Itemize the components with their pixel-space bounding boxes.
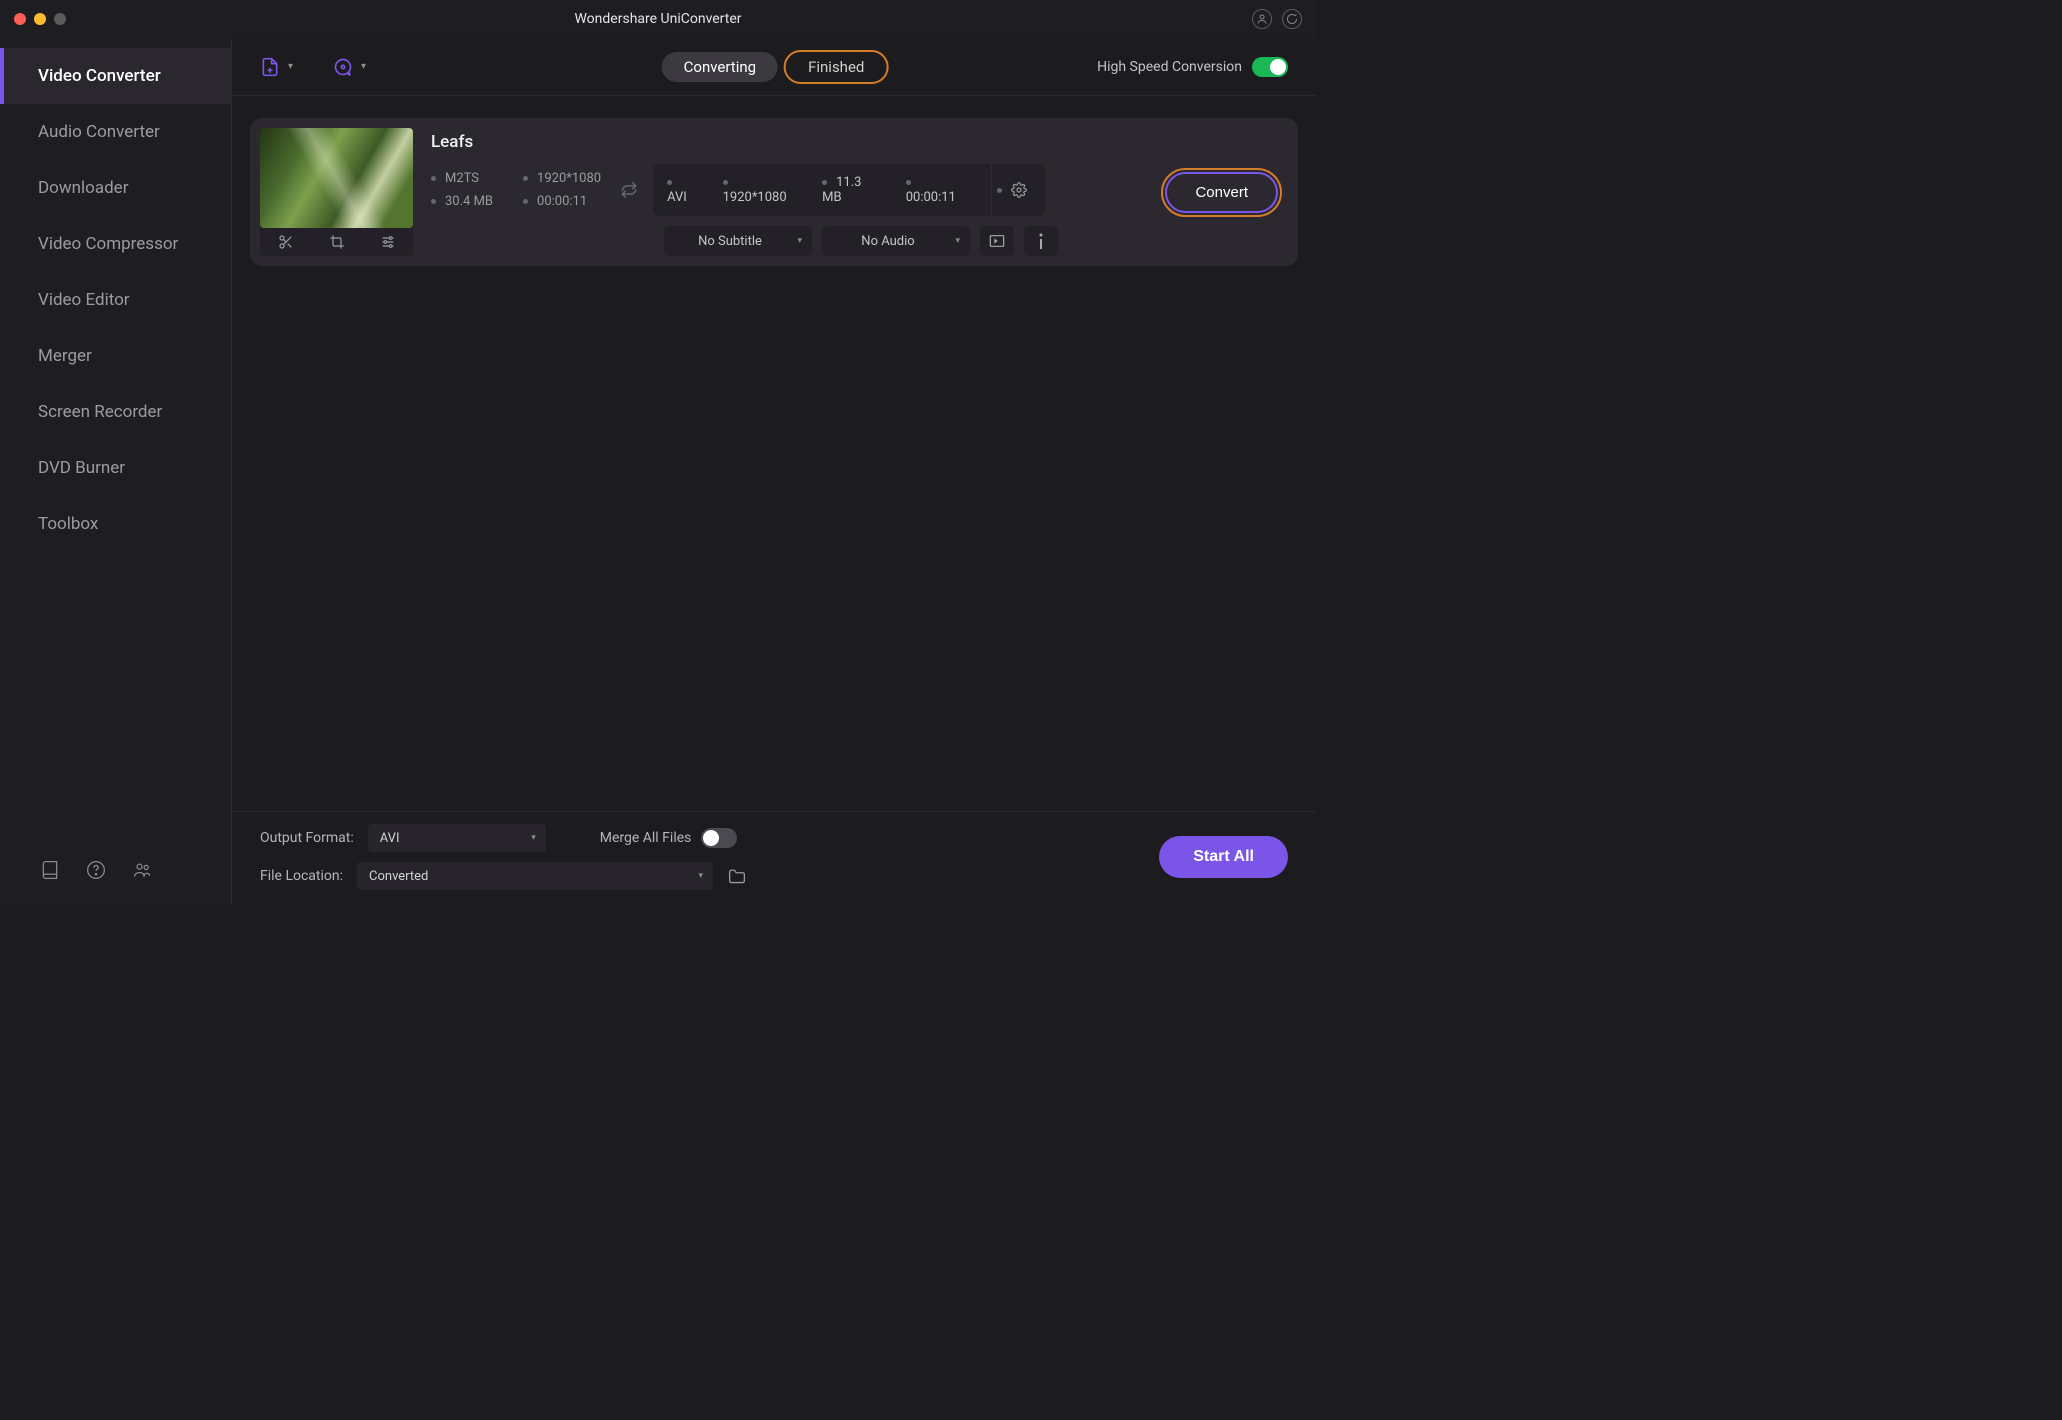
crop-button[interactable] [311,228,362,256]
sidebar-item-screen-recorder[interactable]: Screen Recorder [0,384,231,440]
chevron-down-icon: ▾ [797,236,802,246]
source-resolution: 1920*1080 [523,171,601,186]
open-folder-button[interactable] [727,867,747,885]
effects-button[interactable] [362,228,413,256]
add-files-button[interactable]: ▾ [260,57,293,77]
chevron-down-icon: ▾ [955,236,960,246]
output-format-label: Output Format: [260,830,354,846]
convert-button-highlight: Convert [1161,168,1282,217]
sidebar-item-label: Downloader [38,178,128,198]
window-controls [14,13,66,25]
load-dvd-button[interactable]: ▾ [333,57,366,77]
chevron-down-icon: ▾ [698,871,703,881]
sidebar-item-label: Screen Recorder [38,402,162,422]
sidebar-item-label: Video Converter [38,66,161,86]
job-card: Leafs M2TS 1920*1080 30.4 MB 00:00:11 AV… [250,118,1298,266]
output-format: AVI [667,175,701,205]
chevron-down-icon: ▾ [531,833,536,843]
sidebar-item-label: Video Compressor [38,234,178,254]
sidebar-item-label: DVD Burner [38,458,125,478]
start-all-button[interactable]: Start All [1159,836,1288,878]
gear-icon[interactable] [991,164,1031,216]
app-title: Wondershare UniConverter [574,11,741,27]
tabs: Converting Finished [662,52,887,82]
output-size: 11.3 MB [822,175,884,205]
chevron-down-icon: ▾ [288,61,293,72]
help-icon[interactable] [86,860,106,880]
sidebar-item-toolbox[interactable]: Toolbox [0,496,231,552]
sidebar-item-video-editor[interactable]: Video Editor [0,272,231,328]
feedback-icon[interactable] [1282,9,1302,29]
close-window-button[interactable] [14,13,26,25]
high-speed-toggle[interactable] [1252,57,1288,77]
sidebar-item-merger[interactable]: Merger [0,328,231,384]
sidebar-item-label: Video Editor [38,290,130,310]
window-titlebar: Wondershare UniConverter [0,0,1316,38]
source-size: 30.4 MB [431,194,493,209]
output-duration: 00:00:11 [906,175,970,205]
sidebar-item-dvd-burner[interactable]: DVD Burner [0,440,231,496]
output-format-dropdown[interactable]: AVI▾ [368,824,546,852]
video-thumbnail[interactable] [260,128,413,228]
sidebar: Video Converter Audio Converter Download… [0,38,232,904]
tab-converting[interactable]: Converting [662,52,778,82]
file-name: Leafs [431,132,1143,152]
sidebar-item-label: Merger [38,346,92,366]
community-icon[interactable] [132,860,152,880]
merge-all-toggle[interactable] [701,828,737,848]
expand-preview-button[interactable] [980,226,1014,256]
tab-finished[interactable]: Finished [786,52,886,82]
toolbar: ▾ ▾ Converting Finished High Speed Conve… [232,38,1316,96]
convert-arrow-icon [619,180,639,200]
sidebar-item-video-compressor[interactable]: Video Compressor [0,216,231,272]
convert-button[interactable]: Convert [1165,172,1278,213]
output-settings[interactable]: AVI 1920*1080 11.3 MB 00:00:11 [653,164,1045,216]
trim-button[interactable] [260,228,311,256]
sidebar-item-video-converter[interactable]: Video Converter [0,48,231,104]
chevron-down-icon: ▾ [361,61,366,72]
source-format: M2TS [431,171,493,186]
file-location-label: File Location: [260,868,343,884]
maximize-window-button[interactable] [54,13,66,25]
output-resolution: 1920*1080 [723,175,801,205]
tutorials-icon[interactable] [40,860,60,880]
minimize-window-button[interactable] [34,13,46,25]
high-speed-label: High Speed Conversion [1097,59,1242,75]
file-location-dropdown[interactable]: Converted▾ [357,862,713,890]
footer: Output Format: AVI▾ Merge All Files File… [232,811,1316,904]
account-icon[interactable] [1252,9,1272,29]
sidebar-item-label: Toolbox [38,514,98,534]
merge-all-label: Merge All Files [600,830,692,846]
sidebar-item-label: Audio Converter [38,122,160,142]
subtitle-dropdown[interactable]: No Subtitle▾ [664,226,812,256]
source-duration: 00:00:11 [523,194,601,209]
sidebar-item-audio-converter[interactable]: Audio Converter [0,104,231,160]
audio-dropdown[interactable]: No Audio▾ [822,226,970,256]
sidebar-item-downloader[interactable]: Downloader [0,160,231,216]
source-metadata: M2TS 1920*1080 30.4 MB 00:00:11 [431,171,601,209]
info-button[interactable] [1024,226,1058,256]
